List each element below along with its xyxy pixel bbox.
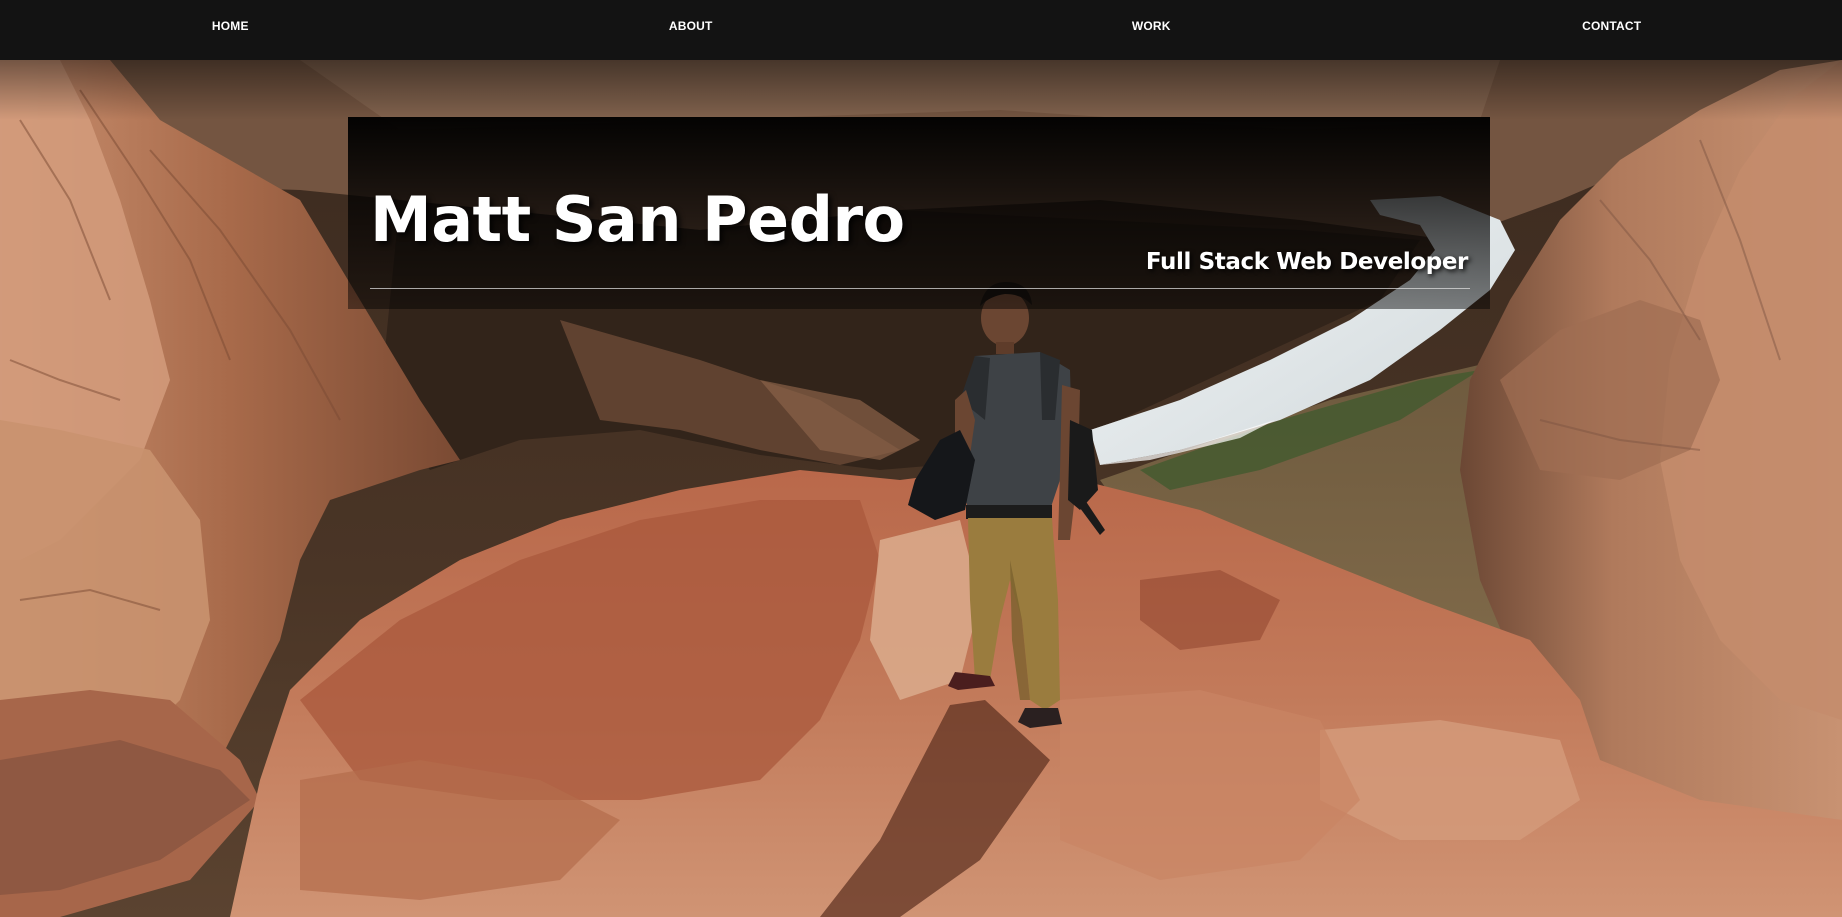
nav-home-link[interactable]: HOME — [0, 0, 461, 60]
hero-title-box: Matt San Pedro Full Stack Web Developer — [348, 117, 1490, 309]
tagline-heading: Full Stack Web Developer — [1145, 249, 1469, 275]
page: HOME ABOUT WORK CONTACT Matt San Pedro F… — [0, 0, 1842, 917]
nav-work-link[interactable]: WORK — [921, 0, 1382, 60]
site-name-heading: Matt San Pedro — [370, 183, 905, 256]
nav-about-link[interactable]: ABOUT — [461, 0, 922, 60]
hero-section: Matt San Pedro Full Stack Web Developer — [0, 60, 1842, 917]
top-nav: HOME ABOUT WORK CONTACT — [0, 0, 1842, 60]
title-divider — [370, 288, 1470, 289]
nav-contact-link[interactable]: CONTACT — [1382, 0, 1842, 60]
